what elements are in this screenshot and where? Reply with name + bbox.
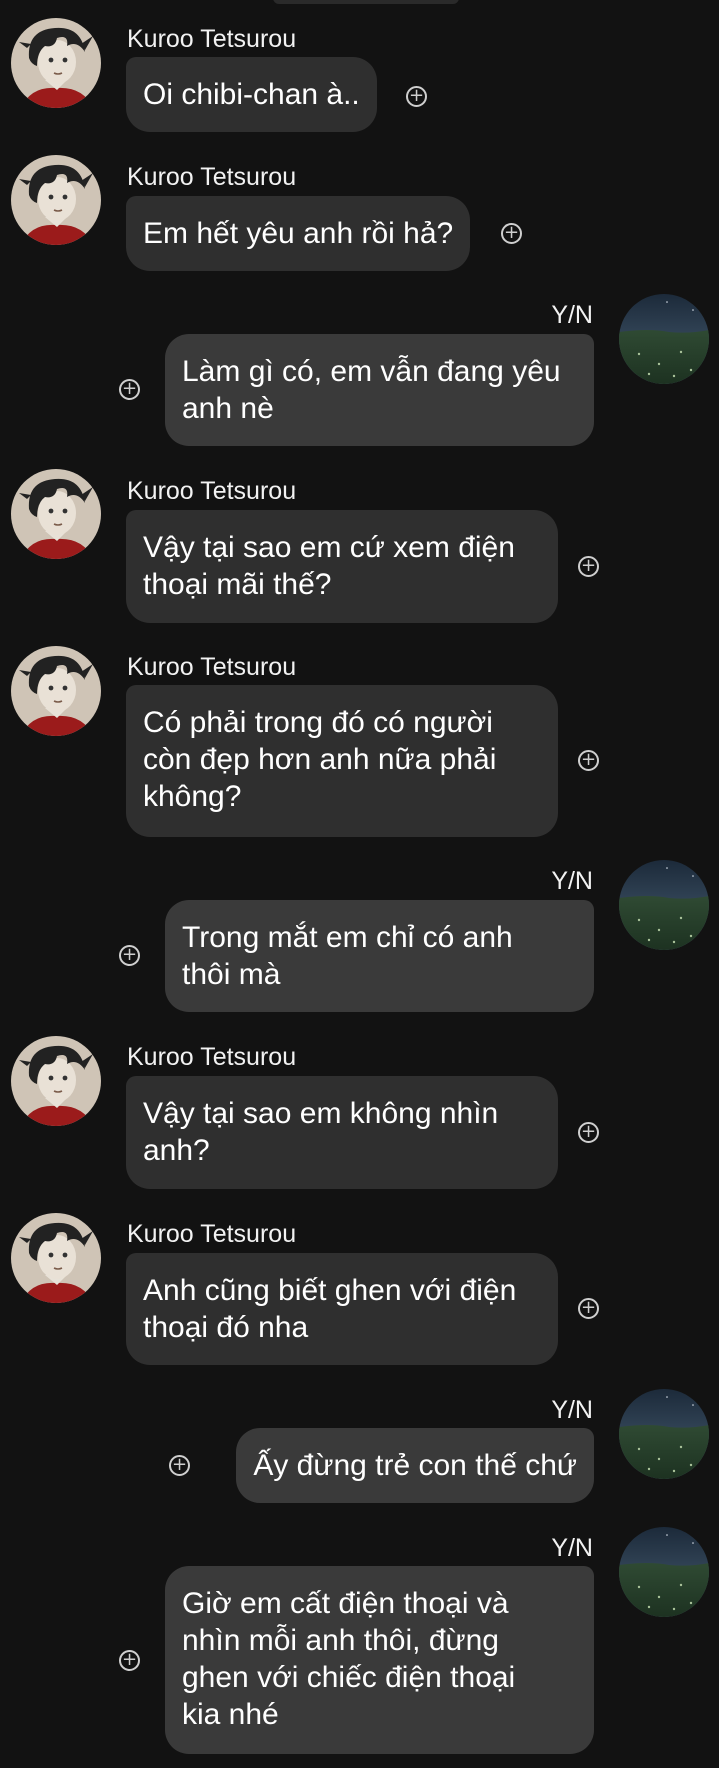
add-reaction-icon[interactable]: + — [578, 750, 599, 771]
message-bubble[interactable]: Anh cũng biết ghen với điện thoại đó nha — [126, 1253, 558, 1365]
sender-name: Kuroo Tetsurou — [127, 163, 297, 191]
kuroo-avatar[interactable] — [11, 1036, 101, 1126]
message-bubble[interactable]: Vậy tại sao em không nhìn anh? — [126, 1076, 558, 1189]
sender-name: Y/N — [551, 1534, 593, 1562]
message-bubble[interactable]: Ấy đừng trẻ con thế chứ — [236, 1428, 594, 1503]
sender-name: Kuroo Tetsurou — [127, 477, 297, 505]
kuroo-avatar[interactable] — [11, 155, 101, 245]
landscape-avatar[interactable] — [619, 860, 709, 950]
add-reaction-icon[interactable]: + — [578, 556, 599, 577]
message-bubble[interactable]: Làm gì có, em vẫn đang yêu anh nè — [165, 334, 594, 446]
kuroo-avatar[interactable] — [11, 1213, 101, 1303]
add-reaction-icon[interactable]: + — [119, 1650, 140, 1671]
kuroo-avatar[interactable] — [11, 646, 101, 736]
sender-name: Kuroo Tetsurou — [127, 25, 297, 53]
sender-name: Kuroo Tetsurou — [127, 653, 297, 681]
add-reaction-icon[interactable]: + — [578, 1122, 599, 1143]
add-reaction-icon[interactable]: + — [119, 945, 140, 966]
sender-name: Kuroo Tetsurou — [127, 1220, 297, 1248]
add-reaction-icon[interactable]: + — [169, 1455, 190, 1476]
message-bubble[interactable]: Em hết yêu anh rồi hả? — [126, 196, 471, 271]
message-bubble[interactable]: Trong mắt em chỉ có anh thôi mà — [165, 900, 594, 1012]
message-bubble[interactable]: Có phải trong đó có người còn đẹp hơn an… — [126, 685, 558, 837]
add-reaction-icon[interactable]: + — [119, 379, 140, 400]
add-reaction-icon[interactable]: + — [501, 223, 522, 244]
message-bubble[interactable]: Oi chibi-chan à.. — [126, 57, 377, 132]
kuroo-avatar[interactable] — [11, 18, 101, 108]
top-scroll-handle — [273, 0, 459, 4]
kuroo-avatar[interactable] — [11, 469, 101, 559]
landscape-avatar[interactable] — [619, 1527, 709, 1617]
sender-name: Y/N — [551, 867, 593, 895]
add-reaction-icon[interactable]: + — [406, 86, 427, 107]
sender-name: Kuroo Tetsurou — [127, 1043, 297, 1071]
sender-name: Y/N — [551, 301, 593, 329]
add-reaction-icon[interactable]: + — [578, 1298, 599, 1319]
message-bubble[interactable]: Giờ em cất điện thoại và nhìn mỗi anh th… — [165, 1566, 594, 1754]
sender-name: Y/N — [551, 1396, 593, 1424]
landscape-avatar[interactable] — [619, 1389, 709, 1479]
landscape-avatar[interactable] — [619, 294, 709, 384]
message-bubble[interactable]: Vậy tại sao em cứ xem điện thoại mãi thế… — [126, 510, 558, 623]
